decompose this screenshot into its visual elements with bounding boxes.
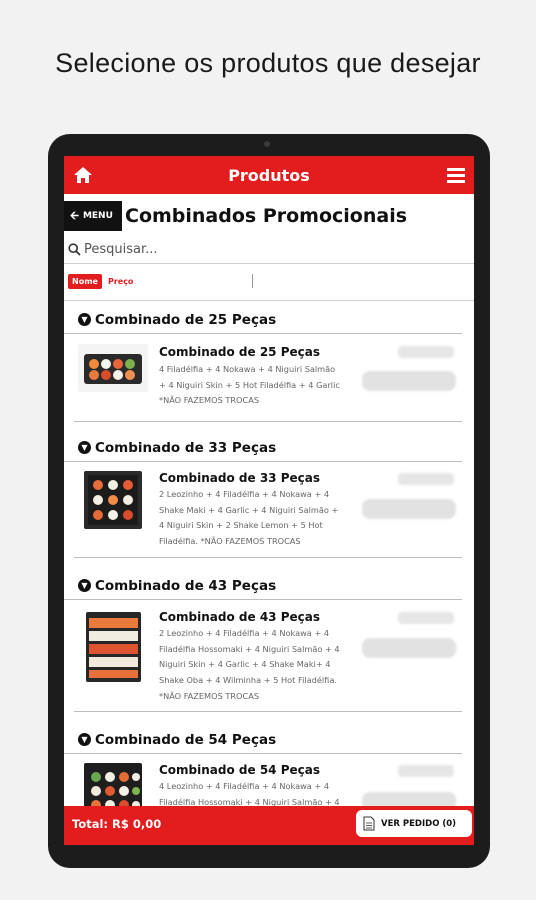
product-price bbox=[398, 346, 454, 358]
group-title: Combinado de 43 Peças bbox=[95, 577, 277, 594]
product-price bbox=[398, 765, 454, 777]
desc-line: + 4 Niguiri Skin + 5 Hot Filadélfia + 4 … bbox=[159, 379, 340, 390]
desc-line: 4 Niguiri Skin + 2 Shake Lemon + 5 Hot bbox=[159, 520, 323, 531]
product-list: ▼ Combinado de 25 Peças Combinado de 25 … bbox=[64, 306, 474, 834]
desc-line: 2 Leozinho + 4 Filadélfia + 4 Nokawa + 4 bbox=[159, 489, 330, 499]
top-bar: Produtos bbox=[64, 156, 474, 194]
product-image bbox=[84, 471, 142, 529]
group-header[interactable]: ▼ Combinado de 25 Peças bbox=[64, 306, 462, 334]
home-icon[interactable] bbox=[72, 164, 94, 186]
document-icon bbox=[363, 816, 375, 831]
search-input[interactable]: Pesquisar... bbox=[84, 242, 158, 257]
product-card[interactable]: Combinado de 25 Peças 4 Filadélfia + 4 N… bbox=[74, 334, 462, 422]
back-to-menu-label: MENU bbox=[82, 211, 113, 221]
product-name: Combinado de 25 Peças bbox=[159, 345, 320, 359]
product-card[interactable]: Combinado de 43 Peças 2 Leozinho + 4 Fil… bbox=[74, 600, 462, 712]
screen-caption: Selecione os produtos que desejar bbox=[55, 48, 481, 78]
desc-line: Niguiri Skin + 4 Garlic + 4 Shake Maki+ … bbox=[159, 659, 331, 670]
product-name: Combinado de 54 Peças bbox=[159, 763, 320, 777]
order-total: Total: R$ 0,00 bbox=[72, 817, 162, 831]
camera bbox=[264, 141, 270, 147]
back-to-menu-button[interactable]: 🡨 MENU bbox=[64, 201, 122, 231]
bottom-bar: Total: R$ 0,00 VER PEDIDO (0) bbox=[64, 806, 474, 845]
desc-line: 4 Filadélfia + 4 Nokawa + 4 Niguiri Salm… bbox=[159, 364, 336, 374]
group-header[interactable]: ▼ Combinado de 33 Peças bbox=[64, 434, 462, 462]
group-title: Combinado de 33 Peças bbox=[95, 439, 277, 456]
chevron-down-icon: ▼ bbox=[78, 313, 91, 326]
group-title: Combinado de 25 Peças bbox=[95, 311, 277, 328]
app-screen: Produtos 🡨 MENU Combinados Promocionais … bbox=[64, 156, 474, 845]
desc-line: 2 Leozinho + 4 Filadélfia + 4 Nokawa + 4 bbox=[159, 628, 330, 638]
divider bbox=[64, 300, 474, 301]
product-name: Combinado de 33 Peças bbox=[159, 471, 320, 485]
arrow-left-icon: 🡨 bbox=[70, 208, 79, 222]
view-order-label: VER PEDIDO (0) bbox=[381, 818, 457, 829]
hamburger-menu-icon[interactable] bbox=[446, 165, 466, 185]
group-title: Combinado de 54 Peças bbox=[95, 731, 277, 748]
sort-divider bbox=[252, 274, 253, 288]
group-header[interactable]: ▼ Combinado de 43 Peças bbox=[64, 572, 462, 600]
search-bar[interactable]: Pesquisar... bbox=[64, 236, 474, 264]
product-description: 2 Leozinho + 4 Filadélfia + 4 Nokawa + 4… bbox=[159, 626, 364, 705]
chevron-down-icon: ▼ bbox=[78, 441, 91, 454]
desc-line: Filadélfia Hossomaki + 4 Niguiri Salmão … bbox=[159, 643, 340, 654]
product-card[interactable]: Combinado de 33 Peças 2 Leozinho + 4 Fil… bbox=[74, 462, 462, 558]
product-price bbox=[398, 612, 454, 624]
group-header[interactable]: ▼ Combinado de 54 Peças bbox=[64, 726, 462, 754]
desc-line: 4 Leozinho + 4 Filadélfia + 4 Nokawa + 4 bbox=[159, 781, 330, 791]
desc-line: *NÃO FAZEMOS TROCAS bbox=[159, 395, 260, 406]
desc-line: Filadélfia. *NÃO FAZEMOS TROCAS bbox=[159, 536, 301, 547]
add-to-cart-button[interactable] bbox=[362, 499, 456, 519]
desc-line: *NÃO FAZEMOS TROCAS bbox=[159, 690, 260, 701]
tablet-frame: Produtos 🡨 MENU Combinados Promocionais … bbox=[48, 134, 490, 868]
add-to-cart-button[interactable] bbox=[362, 638, 456, 658]
desc-line: Shake Oba + 4 Wilminha + 5 Hot Filadélfi… bbox=[159, 675, 337, 686]
product-description: 2 Leozinho + 4 Filadélfia + 4 Nokawa + 4… bbox=[159, 487, 364, 550]
view-order-button[interactable]: VER PEDIDO (0) bbox=[356, 810, 472, 837]
desc-line: Shake Maki + 4 Garlic + 4 Niguiri Salmão… bbox=[159, 504, 339, 515]
chevron-down-icon: ▼ bbox=[78, 733, 91, 746]
sort-by-price-button[interactable]: Preço bbox=[106, 274, 135, 289]
category-title: Combinados Promocionais bbox=[125, 205, 408, 227]
product-image bbox=[78, 344, 148, 392]
search-icon bbox=[68, 243, 81, 256]
add-to-cart-button[interactable] bbox=[362, 371, 456, 391]
sort-options: Nome Preço bbox=[68, 272, 135, 290]
chevron-down-icon: ▼ bbox=[78, 579, 91, 592]
page-title: Produtos bbox=[228, 165, 310, 185]
product-price bbox=[398, 473, 454, 485]
product-name: Combinado de 43 Peças bbox=[159, 610, 320, 624]
sort-by-name-button[interactable]: Nome bbox=[68, 273, 102, 289]
product-image bbox=[86, 612, 141, 682]
product-description: 4 Filadélfia + 4 Nokawa + 4 Niguiri Salm… bbox=[159, 362, 364, 409]
